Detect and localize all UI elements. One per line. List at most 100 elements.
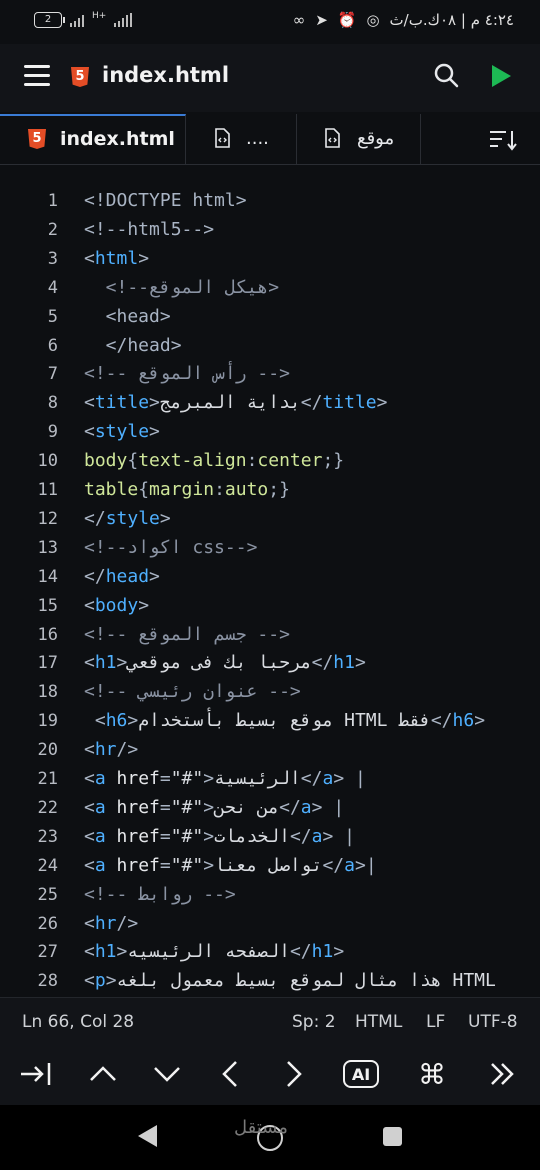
menu-icon[interactable]: [24, 65, 50, 87]
code-line[interactable]: 9 <style>: [0, 418, 540, 447]
code-token: ;}: [322, 450, 345, 472]
code-line[interactable]: 6 </head>: [0, 332, 540, 361]
code-token: <!DOCTYPE html>: [84, 190, 247, 211]
code-line[interactable]: 16 <!-- جسم الموقع -->: [0, 621, 540, 650]
code-line[interactable]: 20 <hr/>: [0, 736, 540, 765]
code-token: >: [149, 565, 160, 587]
recents-icon[interactable]: [383, 1127, 402, 1146]
code-line[interactable]: 13 <!--اكواد css-->: [0, 534, 540, 563]
code-line[interactable]: 8 <title>بداية المبرمج</title>: [0, 389, 540, 418]
language-mode[interactable]: HTML: [355, 1012, 402, 1032]
code-token: </: [84, 507, 106, 529]
code-text: <hr/>: [84, 739, 138, 760]
ai-icon[interactable]: AI: [343, 1060, 379, 1088]
encoding[interactable]: UTF-8: [468, 1012, 518, 1032]
code-token: a: [94, 796, 106, 818]
code-line[interactable]: 19 <h6>موقع بسيط بأستخدام HTML فقط</h6>: [0, 707, 540, 736]
time-date: ٤:٢٤ م | ٠٨ك.ب/ث: [389, 11, 514, 29]
caret-up-icon[interactable]: [87, 1058, 119, 1090]
code-token: h1: [94, 652, 117, 674]
code-line[interactable]: 17 <h1>مرحبا بك فى موقعي</h1>: [0, 649, 540, 678]
code-token: موقع بسيط بأستخدام HTML فقط: [138, 710, 431, 732]
code-line[interactable]: 28 <p>هذا مثال لموقع بسيط معمول بلغه HTML: [0, 967, 540, 996]
code-text: <a href="#">الخدمات</a> |: [84, 826, 355, 847]
code-token: h6: [452, 710, 475, 732]
code-line[interactable]: 3 <html>: [0, 245, 540, 274]
code-token: ;}: [268, 479, 290, 500]
code-token: {: [138, 479, 150, 500]
command-icon[interactable]: ⌘: [415, 1058, 449, 1091]
code-token: >: [333, 941, 345, 963]
code-line[interactable]: 10 body{text-align:center;}: [0, 447, 540, 476]
tab-untitled[interactable]: ....: [186, 114, 297, 164]
line-number: 4: [47, 277, 58, 298]
code-line[interactable]: 14 </head>: [0, 563, 540, 592]
back-icon[interactable]: [138, 1125, 157, 1147]
editor-status-line: Ln 66, Col 28 Sp: 2 HTML LF UTF-8: [0, 997, 540, 1044]
code-line[interactable]: 23 <a href="#">الخدمات</a> |: [0, 823, 540, 852]
code-line[interactable]: 25 <!-- روابط -->: [0, 881, 540, 910]
caret-right-icon[interactable]: [280, 1058, 308, 1090]
code-token: title: [322, 392, 377, 414]
code-token: > |: [322, 825, 355, 847]
line-number: 9: [47, 422, 58, 443]
code-line[interactable]: 18 <!-- عنوان رئيسي -->: [0, 678, 540, 707]
code-token: html: [94, 247, 139, 269]
code-token: </: [311, 652, 334, 674]
code-line[interactable]: 4 <!--هيكل الموقع>: [0, 274, 540, 303]
code-text: <!-- رأس الموقع -->: [84, 363, 290, 384]
html5-icon: 5: [71, 67, 89, 87]
code-token: >: [149, 392, 160, 414]
code-token: style: [105, 507, 160, 529]
code-token: a: [300, 796, 312, 818]
code-token: </: [289, 825, 312, 847]
search-icon[interactable]: [433, 62, 459, 88]
code-token: :: [246, 450, 258, 472]
code-line[interactable]: 11 table{margin:auto;}: [0, 476, 540, 505]
cursor-position[interactable]: Ln 66, Col 28: [22, 1012, 134, 1032]
code-line[interactable]: 21 <a href="#">الرئيسية</a> |: [0, 765, 540, 794]
code-token: هذا مثال لموقع بسيط معمول بلغه HTML: [116, 970, 496, 992]
code-token: >: [138, 594, 150, 616]
code-token: a: [94, 825, 106, 847]
code-text: <!-- روابط -->: [84, 884, 236, 905]
caret-left-icon[interactable]: [216, 1058, 244, 1090]
tab-site[interactable]: موقع: [297, 114, 421, 164]
code-line[interactable]: 15 <body>: [0, 592, 540, 621]
tab-icon[interactable]: [18, 1058, 54, 1090]
sync-icon: ◎: [366, 11, 380, 29]
line-number: 18: [37, 682, 58, 703]
code-line[interactable]: 12 </style>: [0, 505, 540, 534]
more-icon[interactable]: [488, 1058, 518, 1090]
code-editor[interactable]: 1 <!DOCTYPE html> 2 <!--html5--> 3 <html> 4 <!…: [0, 165, 540, 997]
code-token: "#": [170, 854, 204, 876]
code-token: <: [84, 941, 95, 963]
code-line[interactable]: 2 <!--html5-->: [0, 216, 540, 245]
code-token: >: [376, 392, 388, 414]
indent-setting[interactable]: Sp: 2: [292, 1012, 336, 1032]
code-line[interactable]: 5 <head>: [0, 303, 540, 332]
run-icon[interactable]: [492, 65, 511, 87]
code-line[interactable]: 22 <a href="#">من نحن</a> |: [0, 794, 540, 823]
sort-icon[interactable]: [488, 128, 518, 152]
tab-index-html[interactable]: 5 index.html: [0, 114, 186, 164]
code-line[interactable]: 1 <!DOCTYPE html>: [0, 187, 540, 216]
caret-down-icon[interactable]: [151, 1058, 183, 1090]
code-text: <h1>مرحبا بك فى موقعي</h1>: [84, 652, 366, 673]
code-text: <body>: [84, 595, 149, 616]
line-ending[interactable]: LF: [426, 1012, 445, 1032]
line-number: 15: [37, 595, 58, 616]
code-token: href: [105, 768, 160, 789]
code-token: تواصل معنا: [214, 854, 323, 876]
line-number: 27: [37, 942, 58, 963]
code-line[interactable]: 26 <hr/>: [0, 910, 540, 939]
code-token: >: [203, 768, 215, 789]
code-line[interactable]: 27 <h1>الصفحه الرئيسيه</h1>: [0, 938, 540, 967]
code-token: مرحبا بك فى موقعي: [127, 652, 312, 674]
code-line[interactable]: 7 <!-- رأس الموقع -->: [0, 360, 540, 389]
code-text: <p>هذا مثال لموقع بسيط معمول بلغه HTML: [84, 970, 496, 991]
code-token: center: [257, 450, 323, 472]
code-line[interactable]: 24 <a href="#">تواصل معنا</a>|: [0, 852, 540, 881]
line-number: 26: [37, 913, 58, 934]
code-token: href: [105, 854, 160, 876]
